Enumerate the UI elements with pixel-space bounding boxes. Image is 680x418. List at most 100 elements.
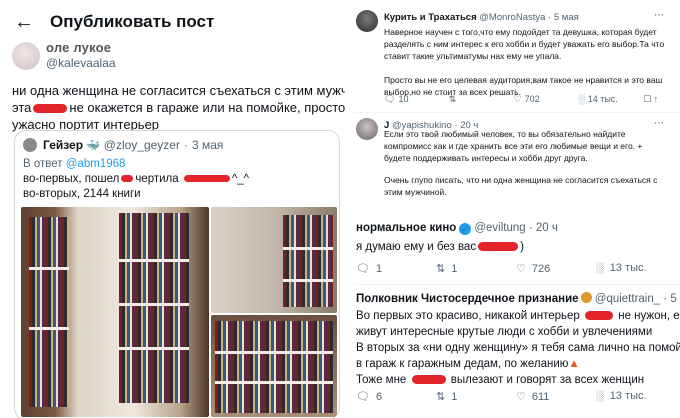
author-name[interactable]: Полковник Чистосердечное признание [356, 293, 579, 305]
retweet-icon: ⇅ [436, 263, 446, 275]
tweet-line-1: Во первых это красиво, никакой интерьер … [356, 308, 680, 324]
shelf-board [119, 303, 189, 306]
reply-count: 1 [375, 263, 383, 275]
more-icon[interactable]: ⋯ [654, 10, 664, 21]
tweet-text: Тоже мне [356, 374, 407, 386]
tweet-text: я думаю ему и без вас [356, 241, 477, 253]
reply-icon: 🗨 [356, 391, 370, 403]
author-name[interactable]: Курить и Трахаться [384, 12, 477, 23]
tweet-body: Во первых это красиво, никакой интерьер … [356, 308, 680, 388]
bookshelf-photo-1[interactable] [21, 207, 209, 417]
tweet-paragraph: Наверное научен с того,что ему подойдет … [384, 27, 665, 61]
tweet-date: 5 мая [670, 293, 680, 305]
tweet-header: Полковник Чистосердечное признание @quie… [356, 292, 680, 305]
tweet-paragraph: Если это твой любимый человек, то вы обя… [384, 129, 643, 163]
author-name[interactable]: нормальное кино [356, 222, 456, 234]
author-handle: @quiettrain_ [594, 293, 661, 305]
tweet-text: вылезают и говорят за всех женщин [450, 374, 645, 386]
like-button[interactable]: ♡ 611 [516, 390, 596, 403]
avatar[interactable] [12, 42, 40, 70]
shelf-board [119, 259, 189, 262]
quoted-date: 3 мая [191, 138, 224, 152]
dot-separator: · [183, 138, 188, 152]
page-title: Опубликовать пост [50, 12, 215, 31]
share-buttons[interactable]: ☐ ↑ [643, 94, 669, 105]
retweet-count: 1 [451, 263, 458, 275]
bookshelf-photo-2[interactable] [211, 207, 337, 313]
dot-separator: · [548, 12, 552, 23]
quoted-author-handle: @zloy_geyzer [103, 138, 180, 152]
views-button[interactable]: ░ 13 тыс. [596, 390, 676, 403]
like-button[interactable]: ♡ 726 [516, 262, 596, 275]
quoted-text: чертила [135, 173, 179, 185]
views-button[interactable]: ░ 13 тыс. [596, 262, 676, 275]
replies-panel-top: Курить и Трахаться @MonroNastya · 5 мая … [354, 0, 680, 214]
shelf-books [283, 215, 333, 307]
photo-grid [21, 207, 337, 417]
replies-panel-bottom: нормальное кино ✓ @eviltung · 20 ч я думаю… [354, 218, 680, 418]
views-button[interactable]: ░ 14 тыс. [578, 94, 643, 105]
redaction-mark [478, 242, 519, 252]
retweet-button[interactable]: ⇅ [449, 94, 514, 105]
post-text-line-2: эта не окажется в гараже или на помойке, … [12, 99, 345, 116]
post-text-rest: не окажется в гараже или на помойке, про… [69, 100, 345, 115]
tweet-line-3: В вторых за «ни одну женщину» я тебя сам… [356, 342, 680, 354]
redaction-mark [121, 175, 134, 183]
reply-button[interactable]: 🗨 10 [384, 94, 449, 105]
verified-badge-icon: ✓ [459, 223, 472, 235]
tweet-actions: 🗨 1 ⇅ 1 ♡ 726 ░ 13 тыс. [356, 262, 676, 275]
redaction-mark [411, 375, 446, 385]
redaction-mark [33, 104, 68, 114]
avatar[interactable] [356, 118, 378, 140]
author-handle: @eviltung [474, 222, 526, 234]
view-count: 13 тыс. [609, 390, 647, 402]
tweet-body: Наверное научен с того,что ему подойдет … [384, 26, 670, 98]
reply-to-handle[interactable]: @abm1968 [66, 158, 126, 170]
bookshelf-photo-3[interactable] [211, 315, 337, 417]
view-count: 14 тыс. [587, 94, 618, 104]
retweet-icon: ⇅ [448, 94, 457, 104]
retweet-button[interactable]: ⇅ 1 [436, 390, 516, 403]
post-compose-panel: ← Опубликовать пост оле лукое @kalevaala… [0, 0, 345, 418]
header: ← Опубликовать пост [0, 0, 345, 44]
like-button[interactable]: ♡ 702 [514, 94, 579, 105]
quoted-line-1: во-первых, пошел чертила ^_^ [23, 172, 331, 187]
views-icon: ░ [596, 262, 604, 274]
dot-separator: · [663, 293, 668, 305]
redaction-mark [183, 175, 230, 183]
retweet-button[interactable]: ⇅ 1 [436, 262, 516, 275]
post-text-line-1: ни одна женщина не согласится съехаться … [12, 83, 345, 98]
reply-to-line: В ответ @abm1968 [23, 157, 331, 172]
shelf-board [29, 267, 69, 270]
avatar[interactable] [356, 10, 378, 32]
shelf-board [283, 279, 333, 282]
quoted-tweet[interactable]: Гейзер 🐳 @zloy_geyzer · 3 мая В ответ @a… [14, 130, 340, 418]
divider [354, 112, 680, 113]
quoted-text: во-первых, пошел [23, 173, 120, 185]
tweet-text: в гараж к гаражным дедам, по желанию [356, 358, 569, 370]
bookmark-icon[interactable]: ☐ [643, 94, 651, 104]
shelf-books [29, 217, 69, 407]
reply-icon: 🗨 [356, 263, 370, 275]
quoted-author-name: Гейзер [43, 138, 84, 152]
redaction-mark [585, 311, 614, 321]
author-handle: @MonroNastya [479, 12, 546, 23]
tweet-header: Курить и Трахаться @MonroNastya · 5 мая [384, 12, 579, 23]
reply-count: 6 [375, 391, 383, 403]
retweet-icon: ⇅ [436, 391, 446, 403]
like-count: 726 [531, 263, 551, 275]
tweet-line-5: Тоже мне вылезают и говорят за всех женщ… [356, 372, 680, 388]
arrow-left-icon[interactable]: ← [14, 12, 48, 32]
tweet-body: Если это твой любимый человек, то вы обя… [384, 128, 670, 198]
reply-button[interactable]: 🗨 6 [356, 390, 436, 403]
share-icon[interactable]: ↑ [654, 94, 659, 104]
dot-separator: · [528, 222, 533, 234]
post-text: ни одна женщина не согласится съехаться … [0, 82, 345, 133]
reply-icon: 🗨 [384, 94, 396, 104]
views-icon: ░ [596, 390, 604, 402]
tweet-header: нормальное кино ✓ @eviltung · 20 ч [356, 222, 558, 235]
reply-button[interactable]: 🗨 1 [356, 262, 436, 275]
heart-icon: ♡ [516, 391, 526, 403]
retweet-count: 1 [451, 391, 458, 403]
author-handle: @kalevaalaa [46, 56, 116, 70]
